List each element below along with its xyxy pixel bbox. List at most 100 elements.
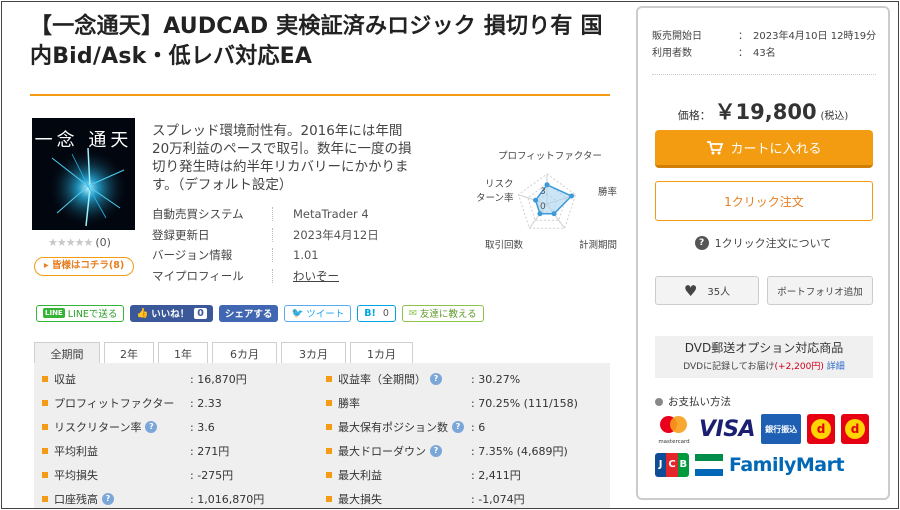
stat-bullet [326, 424, 332, 430]
stat-item: 最大保有ポジション数?: 6 [326, 416, 485, 438]
stat-value-text: 271円 [197, 445, 230, 458]
meta-value: ： 2023年4月10日 12時19分 [738, 31, 877, 42]
help-icon[interactable]: ? [145, 421, 158, 433]
meta-value: ： 43名 [738, 48, 776, 59]
stat-label: プロフィットファクター [54, 397, 175, 410]
spec-key: 登録更新日 [152, 227, 210, 242]
stat-item: 平均利益: 271円 [42, 440, 229, 462]
stat-separator: : [471, 469, 475, 482]
stat-label: 勝率 [338, 397, 360, 410]
stat-separator: : [190, 420, 194, 434]
one-click-order-button[interactable]: 1クリック注文 [655, 181, 873, 221]
product-image-art [48, 144, 128, 227]
stat-separator: : [471, 372, 475, 386]
mail-friend-button[interactable]: ✉ 友達に教える [401, 304, 484, 322]
tab-1-year[interactable]: 1年 [158, 342, 208, 364]
stat-label: 平均損失 [54, 469, 98, 482]
like-label: いいね！ [151, 309, 190, 320]
product-title: 【一念通天】AUDCAD 実検証済みロジック 損切り有 国内Bid/Ask・低レ… [30, 14, 603, 69]
purchase-sidebar: 販売開始日 ： 2023年4月10日 12時19分 利用者数 ： 43名 価格： ￥… [636, 6, 890, 500]
bullet-icon [655, 397, 663, 406]
line-icon: LINE [43, 308, 65, 318]
profile-link[interactable]: わいぞー [293, 268, 339, 284]
radar-point [533, 197, 539, 203]
tab-3-months[interactable]: 3カ月 [281, 342, 346, 364]
spec-table: 自動売買システム MetaTrader 4 登録更新日 2023年4月12日 バージ… [152, 204, 452, 286]
radar-label-period: 計測期間 [579, 240, 618, 251]
help-icon[interactable]: ? [102, 493, 114, 505]
help-icon[interactable]: ? [452, 421, 464, 433]
reviews-button[interactable]: ▸ 皆様はコチラ(8) [34, 257, 134, 276]
dvd-price: (+2,200円) [774, 362, 824, 372]
stat-value: : 2,411円 [471, 467, 521, 483]
dvd-title: DVD郵送オプション対応商品 [684, 341, 844, 355]
stat-separator: : [471, 445, 475, 458]
radar-label-risk-line1: リスク [485, 179, 514, 190]
d-payment-logo: d [807, 414, 836, 444]
stat-item: 勝率 : 70.25% (111/158) [326, 392, 578, 414]
stat-value-text: 30.27% [478, 372, 521, 386]
about-one-click-link[interactable]: ? 1クリック注文について [638, 235, 888, 251]
hatena-icon: B! [364, 307, 376, 319]
tab-1-month[interactable]: 1カ月 [350, 342, 413, 364]
spec-value: 2023年4月12日 [293, 227, 379, 242]
d-daily-logo: d [841, 414, 870, 444]
tab-2-years[interactable]: 2年 [104, 342, 154, 364]
stat-item: 収益率（全期間）?: 30.27% [326, 368, 520, 390]
thumbs-up-icon: 👍 [136, 307, 149, 319]
price: 価格： ￥19,800 (税込) [638, 96, 888, 126]
star-icons: ★★★★★ [48, 236, 93, 249]
add-to-cart-label: カートに入れる [730, 142, 822, 157]
stat-bullet [326, 448, 332, 454]
add-to-cart-button[interactable]: カートに入れる [655, 130, 873, 168]
stat-separator: : [471, 493, 475, 506]
dvd-note-text: DVDに記録してお届け [683, 362, 775, 372]
familymart-stripes-icon [695, 454, 723, 476]
line-share-button[interactable]: LINE LINEで送る [36, 304, 125, 322]
radar-point [551, 211, 557, 217]
stat-value: : 70.25% (111/158) [471, 397, 578, 410]
product-description: スプレッド環境耐性有。2016年には年間20万利益のペースで取引。数年に一度の損… [152, 123, 412, 193]
spec-row: バージョン情報 1.01 [152, 245, 452, 266]
rating-stars: ★★★★★ (0) [48, 236, 111, 249]
radar-scale-label: 0 [540, 202, 546, 212]
stat-bullet [42, 496, 48, 502]
stat-value: : 1,016,870円 [190, 491, 264, 507]
help-icon[interactable]: ? [430, 445, 442, 457]
tab-6-months[interactable]: 6カ月 [212, 342, 277, 364]
like-count: 0 [194, 307, 207, 319]
stat-label: 収益率（全期間） [338, 373, 426, 386]
tab-all-period[interactable]: 全期間 [34, 342, 100, 364]
stat-bullet [42, 448, 48, 454]
stat-value-text: 2,411円 [478, 469, 521, 482]
hatena-bookmark-button[interactable]: B! 0 [357, 304, 396, 322]
facebook-like-button[interactable]: 👍 いいね！ 0 [130, 304, 213, 322]
spec-row: 登録更新日 2023年4月12日 [152, 225, 452, 246]
add-portfolio-button[interactable]: ポートフォリオ追加 [767, 276, 873, 305]
stat-item: 最大ドローダウン?: 7.35% (4,689円) [326, 440, 568, 462]
stat-value-text: 3.6 [197, 420, 215, 434]
stat-separator: : [190, 445, 194, 458]
facebook-share-button[interactable]: シェアする [218, 304, 279, 322]
visa-logo: VISA [699, 416, 756, 442]
stat-separator: : [190, 396, 194, 410]
product-main: 【一念通天】AUDCAD 実検証済みロジック 損切り有 国内Bid/Ask・低レ… [30, 12, 617, 508]
jcb-c: C [666, 453, 678, 477]
stat-value-text: 1,016,870円 [197, 493, 265, 506]
tweet-button[interactable]: 🐦 ツイート [284, 304, 352, 322]
stat-bullet [326, 400, 332, 406]
stat-label: 収益 [54, 373, 76, 386]
favorite-button[interactable]: ♥ 35人 [655, 276, 759, 305]
stat-item: 収益: 16,870円 [42, 368, 247, 390]
spec-divider [272, 268, 273, 283]
price-label: 価格： [677, 109, 711, 122]
dvd-details-link[interactable]: 詳細 [827, 362, 845, 372]
stat-value: : 3.6 [190, 421, 215, 434]
title-divider [30, 94, 610, 96]
stat-label: 最大ドローダウン [338, 445, 426, 458]
radar-label-win-rate: 勝率 [598, 187, 618, 198]
product-image[interactable]: 一念 通天 [32, 118, 135, 230]
mail-icon: ✉ [408, 307, 417, 319]
stat-bullet [42, 472, 48, 478]
help-icon[interactable]: ? [430, 373, 442, 385]
